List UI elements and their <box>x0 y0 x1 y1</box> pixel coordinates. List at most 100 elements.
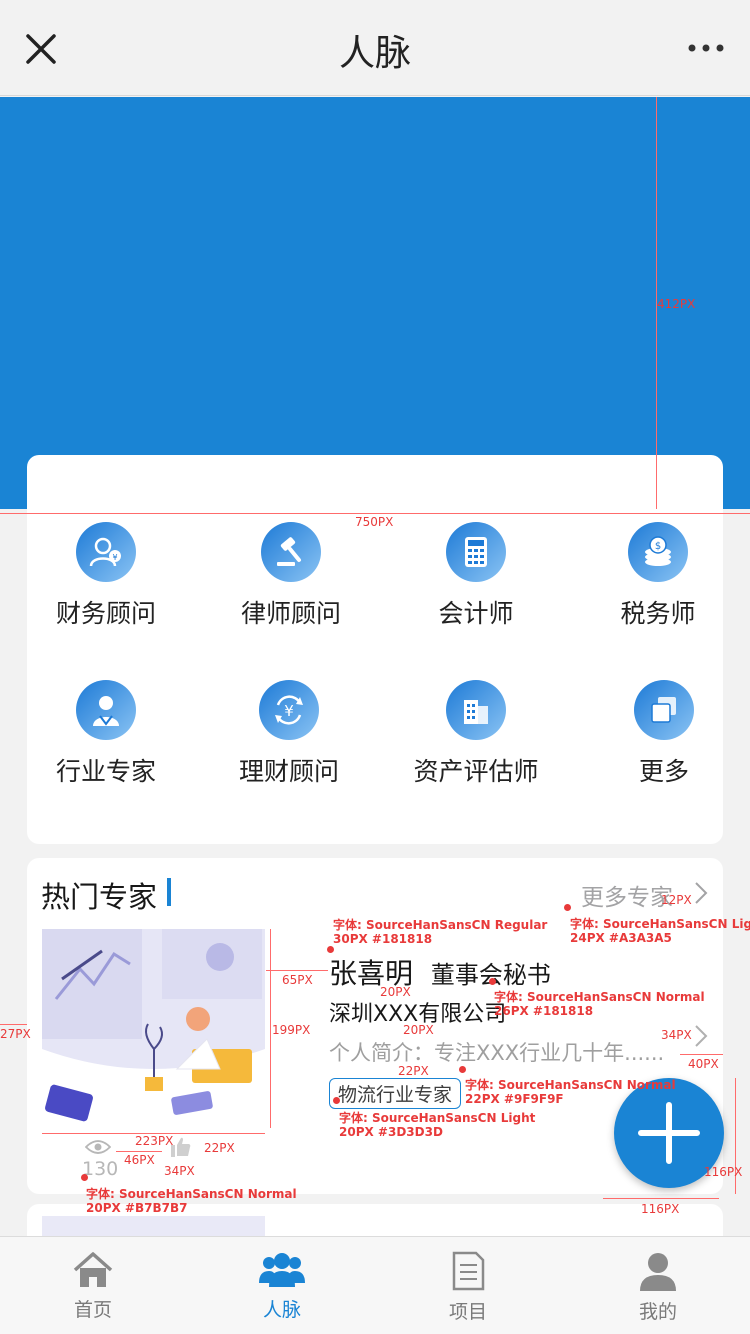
annotation-text: 20PX <box>380 985 411 999</box>
more-icon[interactable] <box>686 30 726 66</box>
annotation-dot <box>564 904 571 911</box>
category-tax-advisor[interactable]: $ 税务师 <box>571 522 745 630</box>
expert-illustration[interactable] <box>42 929 265 1128</box>
annotation-text: 46PX <box>124 1153 155 1167</box>
expert-intro: 个人简介：专注XXX行业几十年...... <box>329 1041 665 1065</box>
annotation-spec: 20PX #B7B7B7 <box>86 1200 188 1215</box>
doctor-icon <box>76 680 136 740</box>
category-label: 律师顾问 <box>240 599 341 628</box>
annotation-text: 34PX <box>661 1028 692 1042</box>
navigation-bar: 人脉 <box>0 0 750 96</box>
chevron-right-icon[interactable] <box>693 880 709 906</box>
banner[interactable] <box>0 97 750 509</box>
annotation-line <box>0 513 750 514</box>
annotation-spec: 24PX #A3A3A5 <box>570 930 672 945</box>
annotation-text: 字体: SourceHanSansCN Light 24PX #A3A3A5 <box>570 917 750 946</box>
annotation-text: 12PX <box>661 893 692 907</box>
annotation-text: 字体: SourceHanSansCN Normal 20PX #B7B7B7 <box>86 1187 297 1216</box>
tab-bar: 首页 人脉 项目 我的 <box>0 1236 750 1334</box>
tab-profile[interactable]: 我的 <box>598 1251 718 1324</box>
category-accountant[interactable]: 会计师 <box>389 522 563 630</box>
annotation-spec: 26PX #181818 <box>494 1003 594 1018</box>
annotation-text: 字体: SourceHanSansCN Light 20PX #3D3D3D <box>339 1111 536 1140</box>
annotation-spec: 30PX #181818 <box>333 931 433 946</box>
annotation-font: 字体: SourceHanSansCN Normal <box>86 1187 297 1201</box>
annotation-line <box>116 1151 162 1152</box>
tab-home[interactable]: 首页 <box>33 1251 153 1322</box>
annotation-spec: 22PX #9F9F9F <box>465 1091 564 1106</box>
user-icon <box>640 1253 676 1291</box>
annotation-dot <box>489 978 496 985</box>
annotation-dot <box>333 1097 340 1104</box>
category-label: 行业专家 <box>55 757 156 786</box>
category-label: 理财顾问 <box>238 757 339 786</box>
finance-advisor-icon: ¥ <box>76 522 136 582</box>
tab-label: 我的 <box>638 1301 677 1323</box>
category-industry-expert[interactable]: 行业专家 <box>19 680 193 788</box>
annotation-line <box>680 1054 723 1055</box>
category-wealth-advisor[interactable]: ¥ 理财顾问 <box>202 680 376 788</box>
annotation-text: 116PX <box>641 1202 680 1216</box>
annotation-text: 223PX <box>135 1134 174 1148</box>
more-cards-icon <box>634 680 694 740</box>
category-label: 会计师 <box>438 599 514 628</box>
category-label: 财务顾问 <box>55 599 156 628</box>
annotation-text: 字体: SourceHanSansCN Regular 30PX #181818 <box>333 918 548 947</box>
calculator-icon <box>446 522 506 582</box>
eye-icon <box>85 1140 111 1154</box>
category-label: 更多 <box>638 757 689 786</box>
tab-contacts[interactable]: 人脉 <box>222 1251 342 1322</box>
category-asset-appraiser[interactable]: 资产评估师 <box>389 680 563 788</box>
annotation-font: 字体: SourceHanSansCN Light <box>570 917 750 931</box>
category-lawyer[interactable]: 律师顾问 <box>204 522 378 630</box>
annotation-text: 65PX <box>282 973 313 987</box>
svg-text:¥: ¥ <box>284 702 294 720</box>
document-icon <box>452 1251 485 1291</box>
category-label: 税务师 <box>620 599 696 628</box>
home-icon <box>73 1252 113 1287</box>
annotation-line <box>603 1198 719 1199</box>
title-accent-bar <box>167 878 171 906</box>
annotation-text: 199PX <box>272 1023 311 1037</box>
annotation-font: 字体: SourceHanSansCN Normal <box>465 1078 676 1092</box>
annotation-text: 750PX <box>355 515 394 529</box>
category-more[interactable]: 更多 <box>577 680 750 788</box>
chevron-right-icon[interactable] <box>693 1023 709 1049</box>
tab-projects[interactable]: 项目 <box>408 1251 528 1324</box>
annotation-text: 22PX <box>204 1141 235 1155</box>
annotation-text: 20PX <box>403 1023 434 1037</box>
expert-name[interactable]: 张喜明 董事会秘书 <box>329 952 551 992</box>
annotation-font: 字体: SourceHanSansCN Light <box>339 1111 536 1125</box>
annotation-font: 字体: SourceHanSansCN Regular <box>333 918 548 932</box>
page-title: 人脉 <box>338 33 411 74</box>
plus-icon <box>638 1102 700 1164</box>
tab-label: 人脉 <box>262 1299 301 1321</box>
annotation-line <box>0 1024 27 1025</box>
annotation-text: 116PX <box>704 1165 743 1179</box>
annotation-dot <box>81 1174 88 1181</box>
annotation-text: 40PX <box>688 1057 719 1071</box>
tab-label: 项目 <box>448 1301 487 1323</box>
more-experts-link[interactable]: 更多专家 <box>581 878 673 912</box>
annotation-font: 字体: SourceHanSansCN Normal <box>494 990 705 1004</box>
annotation-dot <box>327 946 334 953</box>
annotation-text: 22PX <box>398 1064 429 1078</box>
annotation-text: 字体: SourceHanSansCN Normal 26PX #181818 <box>494 990 705 1019</box>
annotation-text: 412PX <box>657 297 696 311</box>
coins-icon: $ <box>628 522 688 582</box>
category-label: 资产评估师 <box>413 757 539 786</box>
annotation-line <box>270 929 271 1128</box>
expert-tag: 物流行业专家 <box>329 1078 462 1109</box>
gavel-icon <box>261 522 321 582</box>
annotation-text: 34PX <box>164 1164 195 1178</box>
svg-text:¥: ¥ <box>112 553 117 562</box>
category-finance-advisor[interactable]: ¥ 财务顾问 <box>19 522 193 630</box>
annotation-text: 字体: SourceHanSansCN Normal 22PX #9F9F9F <box>465 1078 676 1107</box>
building-icon <box>446 680 506 740</box>
tab-label: 首页 <box>73 1299 112 1321</box>
yen-cycle-icon: ¥ <box>259 680 319 740</box>
section-title: 热门专家 <box>41 880 158 914</box>
annotation-line <box>266 970 328 971</box>
annotation-text: 27PX <box>0 1027 31 1041</box>
contacts-icon <box>259 1253 305 1287</box>
